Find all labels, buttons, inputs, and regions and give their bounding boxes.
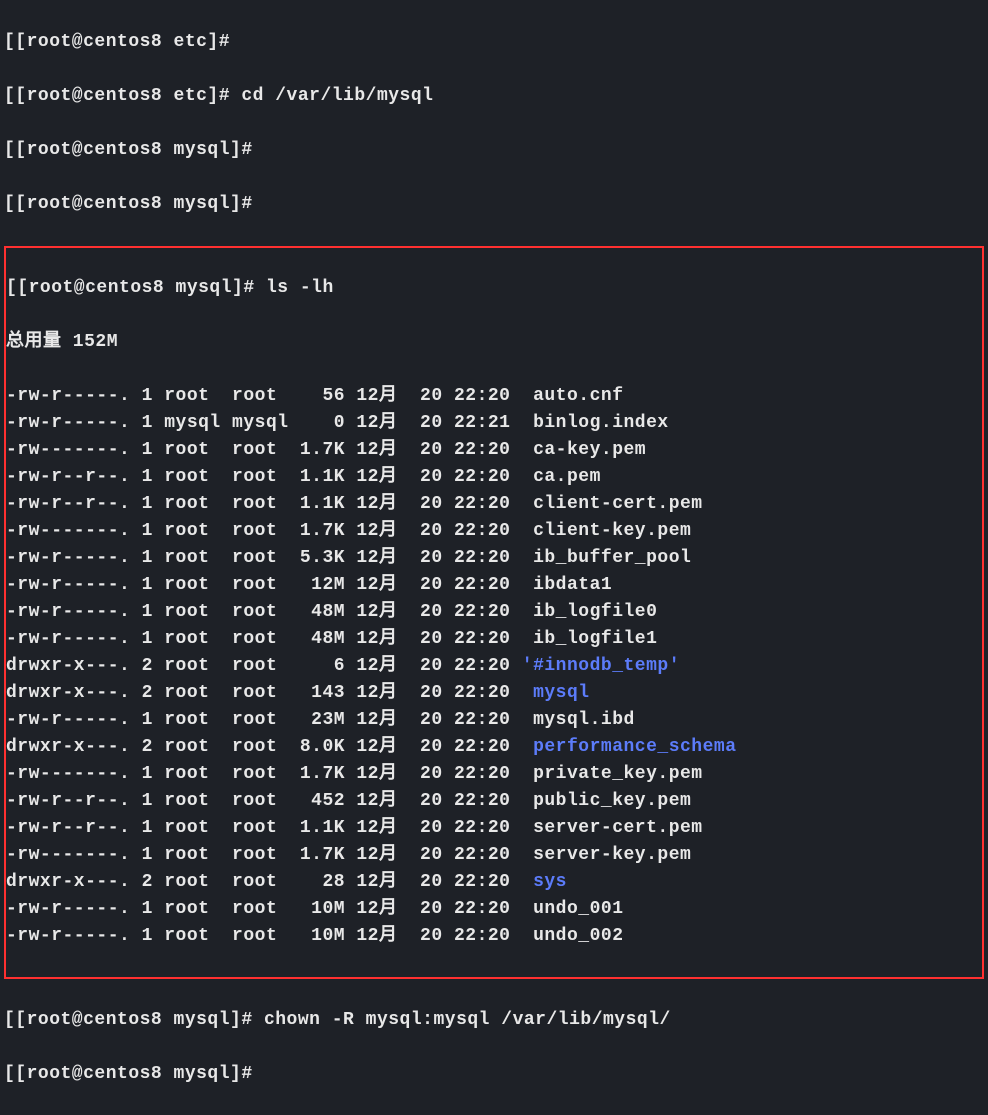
file-name: sys: [522, 872, 567, 892]
file-name: public_key.pem: [522, 791, 692, 811]
file-name: '#innodb_temp': [522, 656, 680, 676]
file-row: -rw-r-----. 1 root root 23M 12月 20 22:20…: [6, 707, 982, 734]
file-row: -rw-------. 1 root root 1.7K 12月 20 22:2…: [6, 842, 982, 869]
file-meta: -rw-r--r--. 1 root root 1.1K 12月 20 22:2…: [6, 467, 522, 487]
file-meta: -rw-------. 1 root root 1.7K 12月 20 22:2…: [6, 440, 522, 460]
prompt-line: [[root@centos8 etc]# cd /var/lib/mysql: [4, 83, 984, 110]
file-row: -rw-r-----. 1 root root 56 12月 20 22:20 …: [6, 383, 982, 410]
file-meta: -rw-r-----. 1 root root 5.3K 12月 20 22:2…: [6, 548, 522, 568]
prompt-line: [[root@centos8 mysql]# chown -R mysql:my…: [4, 1007, 984, 1034]
file-row: -rw-r-----. 1 root root 5.3K 12月 20 22:2…: [6, 545, 982, 572]
file-row: drwxr-x---. 2 root root 143 12月 20 22:20…: [6, 680, 982, 707]
file-row: -rw-r-----. 1 mysql mysql 0 12月 20 22:21…: [6, 410, 982, 437]
file-meta: -rw-------. 1 root root 1.7K 12月 20 22:2…: [6, 845, 522, 865]
file-name: mysql: [522, 683, 590, 703]
file-name: undo_002: [522, 926, 624, 946]
file-meta: -rw-------. 1 root root 1.7K 12月 20 22:2…: [6, 521, 522, 541]
file-name: undo_001: [522, 899, 624, 919]
file-row: drwxr-x---. 2 root root 28 12月 20 22:20 …: [6, 869, 982, 896]
file-name: binlog.index: [522, 413, 669, 433]
file-row: -rw-r-----. 1 root root 48M 12月 20 22:20…: [6, 599, 982, 626]
file-row: -rw-------. 1 root root 1.7K 12月 20 22:2…: [6, 437, 982, 464]
file-name: ibdata1: [522, 575, 612, 595]
prompt-line: [[root@centos8 etc]#: [4, 29, 984, 56]
file-meta: drwxr-x---. 2 root root 28 12月 20 22:20: [6, 872, 522, 892]
file-name: private_key.pem: [522, 764, 703, 784]
file-name: mysql.ibd: [522, 710, 635, 730]
file-row: -rw-------. 1 root root 1.7K 12月 20 22:2…: [6, 761, 982, 788]
prompt-line: [[root@centos8 mysql]#: [4, 137, 984, 164]
file-row: -rw-r-----. 1 root root 12M 12月 20 22:20…: [6, 572, 982, 599]
total-line: 总用量 152M: [6, 329, 982, 356]
prompt-line: [[root@centos8 mysql]#: [4, 1061, 984, 1088]
file-name: ib_logfile0: [522, 602, 658, 622]
file-row: -rw-r--r--. 1 root root 1.1K 12月 20 22:2…: [6, 464, 982, 491]
file-meta: -rw-r--r--. 1 root root 452 12月 20 22:20: [6, 791, 522, 811]
file-meta: drwxr-x---. 2 root root 143 12月 20 22:20: [6, 683, 522, 703]
file-meta: -rw-r-----. 1 mysql mysql 0 12月 20 22:21: [6, 413, 522, 433]
file-row: -rw-r--r--. 1 root root 452 12月 20 22:20…: [6, 788, 982, 815]
prompt-line: [[root@centos8 mysql]# ls -lh: [6, 275, 982, 302]
file-meta: -rw-------. 1 root root 1.7K 12月 20 22:2…: [6, 764, 522, 784]
file-name: ca-key.pem: [522, 440, 646, 460]
file-name: auto.cnf: [522, 386, 624, 406]
file-name: client-cert.pem: [522, 494, 703, 514]
file-name: server-cert.pem: [522, 818, 703, 838]
file-meta: -rw-r-----. 1 root root 23M 12月 20 22:20: [6, 710, 522, 730]
file-meta: -rw-r-----. 1 root root 48M 12月 20 22:20: [6, 602, 522, 622]
file-meta: -rw-r-----. 1 root root 48M 12月 20 22:20: [6, 629, 522, 649]
terminal-window[interactable]: [[root@centos8 etc]# [[root@centos8 etc]…: [4, 2, 984, 1115]
file-name: server-key.pem: [522, 845, 692, 865]
file-name: ib_logfile1: [522, 629, 658, 649]
file-meta: -rw-r-----. 1 root root 10M 12月 20 22:20: [6, 899, 522, 919]
file-meta: -rw-r-----. 1 root root 56 12月 20 22:20: [6, 386, 522, 406]
prompt-line: [[root@centos8 mysql]#: [4, 191, 984, 218]
file-row: -rw-------. 1 root root 1.7K 12月 20 22:2…: [6, 518, 982, 545]
file-meta: -rw-r-----. 1 root root 12M 12月 20 22:20: [6, 575, 522, 595]
file-row: -rw-r--r--. 1 root root 1.1K 12月 20 22:2…: [6, 815, 982, 842]
highlighted-region: [[root@centos8 mysql]# ls -lh 总用量 152M -…: [4, 246, 984, 979]
file-row: -rw-r-----. 1 root root 10M 12月 20 22:20…: [6, 923, 982, 950]
file-name: ca.pem: [522, 467, 601, 487]
file-row: drwxr-x---. 2 root root 8.0K 12月 20 22:2…: [6, 734, 982, 761]
file-name: client-key.pem: [522, 521, 692, 541]
file-name: ib_buffer_pool: [522, 548, 692, 568]
file-meta: drwxr-x---. 2 root root 8.0K 12月 20 22:2…: [6, 737, 522, 757]
file-name: performance_schema: [522, 737, 737, 757]
file-meta: -rw-r--r--. 1 root root 1.1K 12月 20 22:2…: [6, 494, 522, 514]
file-meta: drwxr-x---. 2 root root 6 12月 20 22:20: [6, 656, 522, 676]
file-listing: -rw-r-----. 1 root root 56 12月 20 22:20 …: [6, 383, 982, 950]
file-meta: -rw-r-----. 1 root root 10M 12月 20 22:20: [6, 926, 522, 946]
file-row: -rw-r-----. 1 root root 10M 12月 20 22:20…: [6, 896, 982, 923]
file-row: drwxr-x---. 2 root root 6 12月 20 22:20 '…: [6, 653, 982, 680]
file-row: -rw-r-----. 1 root root 48M 12月 20 22:20…: [6, 626, 982, 653]
file-row: -rw-r--r--. 1 root root 1.1K 12月 20 22:2…: [6, 491, 982, 518]
file-meta: -rw-r--r--. 1 root root 1.1K 12月 20 22:2…: [6, 818, 522, 838]
